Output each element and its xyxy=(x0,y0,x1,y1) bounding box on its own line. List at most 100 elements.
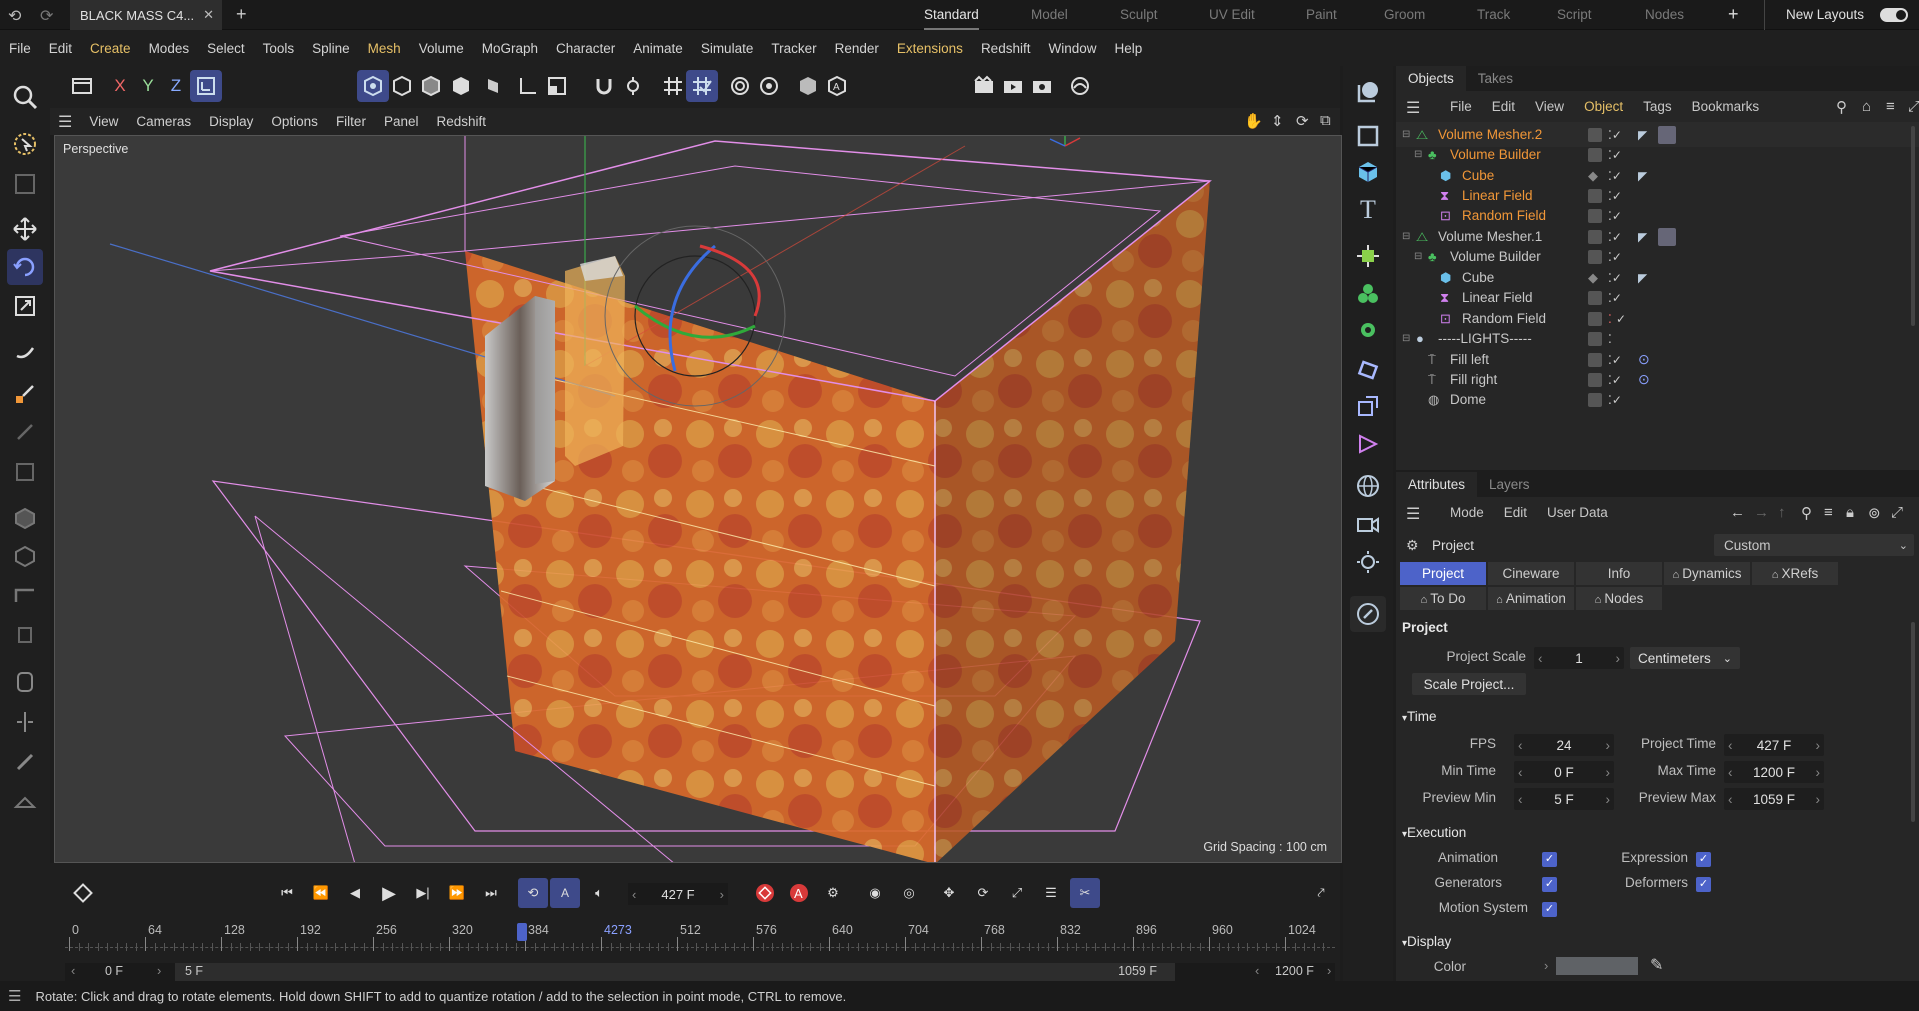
layer-swatch[interactable] xyxy=(1588,127,1602,142)
menu-animate[interactable]: Animate xyxy=(624,41,692,56)
modeling-axis-icon[interactable] xyxy=(753,70,785,102)
key-scale-icon[interactable]: ⤢ xyxy=(1002,878,1032,908)
key-move-icon[interactable]: ✥ xyxy=(934,878,964,908)
pen-tool-icon[interactable] xyxy=(7,376,43,412)
preview-range-slider[interactable]: 5 F 1059 F xyxy=(175,963,1175,981)
live-selection-icon[interactable] xyxy=(7,126,43,162)
enable-check-icon[interactable]: ⁚✓ xyxy=(1608,209,1622,223)
undo-icon[interactable]: ⟲ xyxy=(8,6,21,26)
menu-edit[interactable]: Edit xyxy=(40,41,81,56)
layer-diamond-icon[interactable]: ◆ xyxy=(1588,168,1598,184)
layer-swatch[interactable] xyxy=(1588,311,1602,326)
polygon-mode-toolbar-icon[interactable] xyxy=(357,70,389,102)
symmetry-icon[interactable] xyxy=(7,704,43,740)
enable-check-icon[interactable]: ⁚✓ xyxy=(1608,291,1622,305)
objects-scrollbar[interactable] xyxy=(1911,126,1915,326)
status-menu-icon[interactable]: ☰ xyxy=(8,987,21,1005)
viewport-perspective[interactable]: Perspective Grid Spacing : 100 cm xyxy=(54,135,1342,863)
enable-check-icon[interactable]: ⁚✓ xyxy=(1608,169,1622,183)
model-mode-icon[interactable] xyxy=(7,500,43,536)
orbit-icon[interactable]: ⟳ xyxy=(1296,112,1309,130)
preview-min-field[interactable]: ‹ 5 F › xyxy=(1514,788,1614,810)
enable-check-icon[interactable]: ⁚✓ xyxy=(1608,230,1622,244)
box-selection-icon[interactable] xyxy=(7,166,43,202)
enable-check-icon[interactable]: ⁚✓ xyxy=(1608,189,1622,203)
keyframe-diamond-icon[interactable] xyxy=(68,878,98,908)
exec-motion-system-checkbox[interactable]: ✓ xyxy=(1542,902,1557,917)
previous-key-icon[interactable]: ⏪ xyxy=(306,878,336,908)
record-icon[interactable] xyxy=(750,878,780,908)
menu-help[interactable]: Help xyxy=(1105,41,1151,56)
viewport-menu-view[interactable]: View xyxy=(80,114,127,129)
knife-icon[interactable] xyxy=(7,414,43,450)
next-key-icon[interactable]: ⏩ xyxy=(442,878,472,908)
redshift-render-icon[interactable] xyxy=(1064,70,1096,102)
key-pla-icon[interactable]: ✂ xyxy=(1070,878,1100,908)
menu-tracker[interactable]: Tracker xyxy=(762,41,825,56)
fps-field[interactable]: ‹ 24 › xyxy=(1514,734,1614,756)
objects-menu-object[interactable]: Object xyxy=(1574,99,1633,114)
enable-check-icon[interactable]: ⁚✓ xyxy=(1608,373,1622,387)
camera-icon[interactable] xyxy=(1350,506,1386,542)
scene-edit-icon[interactable] xyxy=(1350,596,1386,632)
viewport-menu-cameras[interactable]: Cameras xyxy=(127,114,200,129)
collapse-icon[interactable]: ⊟ xyxy=(1414,251,1422,262)
menu-select[interactable]: Select xyxy=(198,41,254,56)
custom-dropdown[interactable]: Custom ⌄ xyxy=(1714,534,1914,556)
exec-animation-checkbox[interactable]: ✓ xyxy=(1542,852,1557,867)
enable-check-icon[interactable]: ⁚✓ xyxy=(1608,148,1622,162)
new-layouts-toggle[interactable] xyxy=(1880,8,1908,22)
layer-swatch[interactable] xyxy=(1588,229,1602,244)
range-end-arrow-icon[interactable]: › xyxy=(1327,963,1331,978)
cube-primitive-icon[interactable] xyxy=(1350,154,1386,190)
render-to-picture-viewer-icon[interactable] xyxy=(997,70,1029,102)
menu-spline[interactable]: Spline xyxy=(303,41,359,56)
objects-menu-edit[interactable]: Edit xyxy=(1482,99,1525,114)
viewport-menu-options[interactable]: Options xyxy=(262,114,327,129)
range-end-left-arrow-icon[interactable]: ‹ xyxy=(1255,963,1259,978)
subtab-nodes[interactable]: ⌂ Nodes xyxy=(1576,587,1662,610)
menu-character[interactable]: Character xyxy=(547,41,624,56)
redo-icon[interactable]: ⟳ xyxy=(40,6,53,26)
exec-expression-checkbox[interactable]: ✓ xyxy=(1696,852,1711,867)
axis-z-toggle[interactable]: Z xyxy=(160,70,192,102)
enable-check-icon[interactable]: ⁚✓ xyxy=(1608,393,1622,407)
add-layout-icon[interactable]: + xyxy=(1728,4,1739,25)
hamburger-icon[interactable]: ☰ xyxy=(58,112,72,132)
subtab-dynamics[interactable]: ⌂ Dynamics xyxy=(1664,562,1750,585)
brush-icon[interactable] xyxy=(7,334,43,370)
tab-takes[interactable]: Takes xyxy=(1466,66,1525,91)
sound-icon[interactable]: 🔈︎ xyxy=(584,878,614,908)
workplane-toolbar-icon[interactable] xyxy=(512,70,544,102)
deformer-icon[interactable] xyxy=(1350,352,1386,388)
go-to-end-icon[interactable]: ⏭ xyxy=(476,878,506,908)
range-end-value[interactable]: 1200 F xyxy=(1275,964,1314,978)
layout-tab-nodes[interactable]: Nodes xyxy=(1645,0,1684,30)
project-scale-field[interactable]: ‹ 1 › xyxy=(1534,647,1624,669)
key-rotation-icon[interactable]: ⟳ xyxy=(968,878,998,908)
menu-create[interactable]: Create xyxy=(81,41,140,56)
tag-icon[interactable]: ◤ xyxy=(1638,271,1647,285)
range-start-value[interactable]: 0 F xyxy=(105,964,123,978)
magnet-icon[interactable] xyxy=(588,70,620,102)
volume-builder-icon[interactable] xyxy=(1350,276,1386,312)
object-row-dome[interactable]: ◍ Dome ⁚✓ xyxy=(1396,387,1919,412)
layer-swatch[interactable] xyxy=(1588,188,1602,203)
expand-color-icon[interactable]: › xyxy=(1544,958,1548,973)
exec-deformers-checkbox[interactable]: ✓ xyxy=(1696,877,1711,892)
uv-mode-icon[interactable] xyxy=(7,664,43,700)
layout-tab-groom[interactable]: Groom xyxy=(1384,0,1425,30)
texture-mode-icon[interactable] xyxy=(475,70,507,102)
solid-mode-icon[interactable] xyxy=(445,70,477,102)
environment-icon[interactable] xyxy=(1350,468,1386,504)
viewport-solo-icon[interactable] xyxy=(792,70,824,102)
square-primitive-icon[interactable] xyxy=(1350,118,1386,154)
project-scale-unit-dropdown[interactable]: Centimeters ⌄ xyxy=(1630,647,1740,669)
play-icon[interactable]: ▶ xyxy=(374,878,404,908)
subtab-project[interactable]: Project xyxy=(1400,562,1486,585)
snap-brush-icon[interactable] xyxy=(7,744,43,780)
preview-max-field[interactable]: ‹ 1059 F › xyxy=(1724,788,1824,810)
layout-tab-standard[interactable]: Standard xyxy=(924,0,979,30)
project-time-field[interactable]: ‹ 427 F › xyxy=(1724,734,1824,756)
soft-selection-icon[interactable] xyxy=(724,70,756,102)
